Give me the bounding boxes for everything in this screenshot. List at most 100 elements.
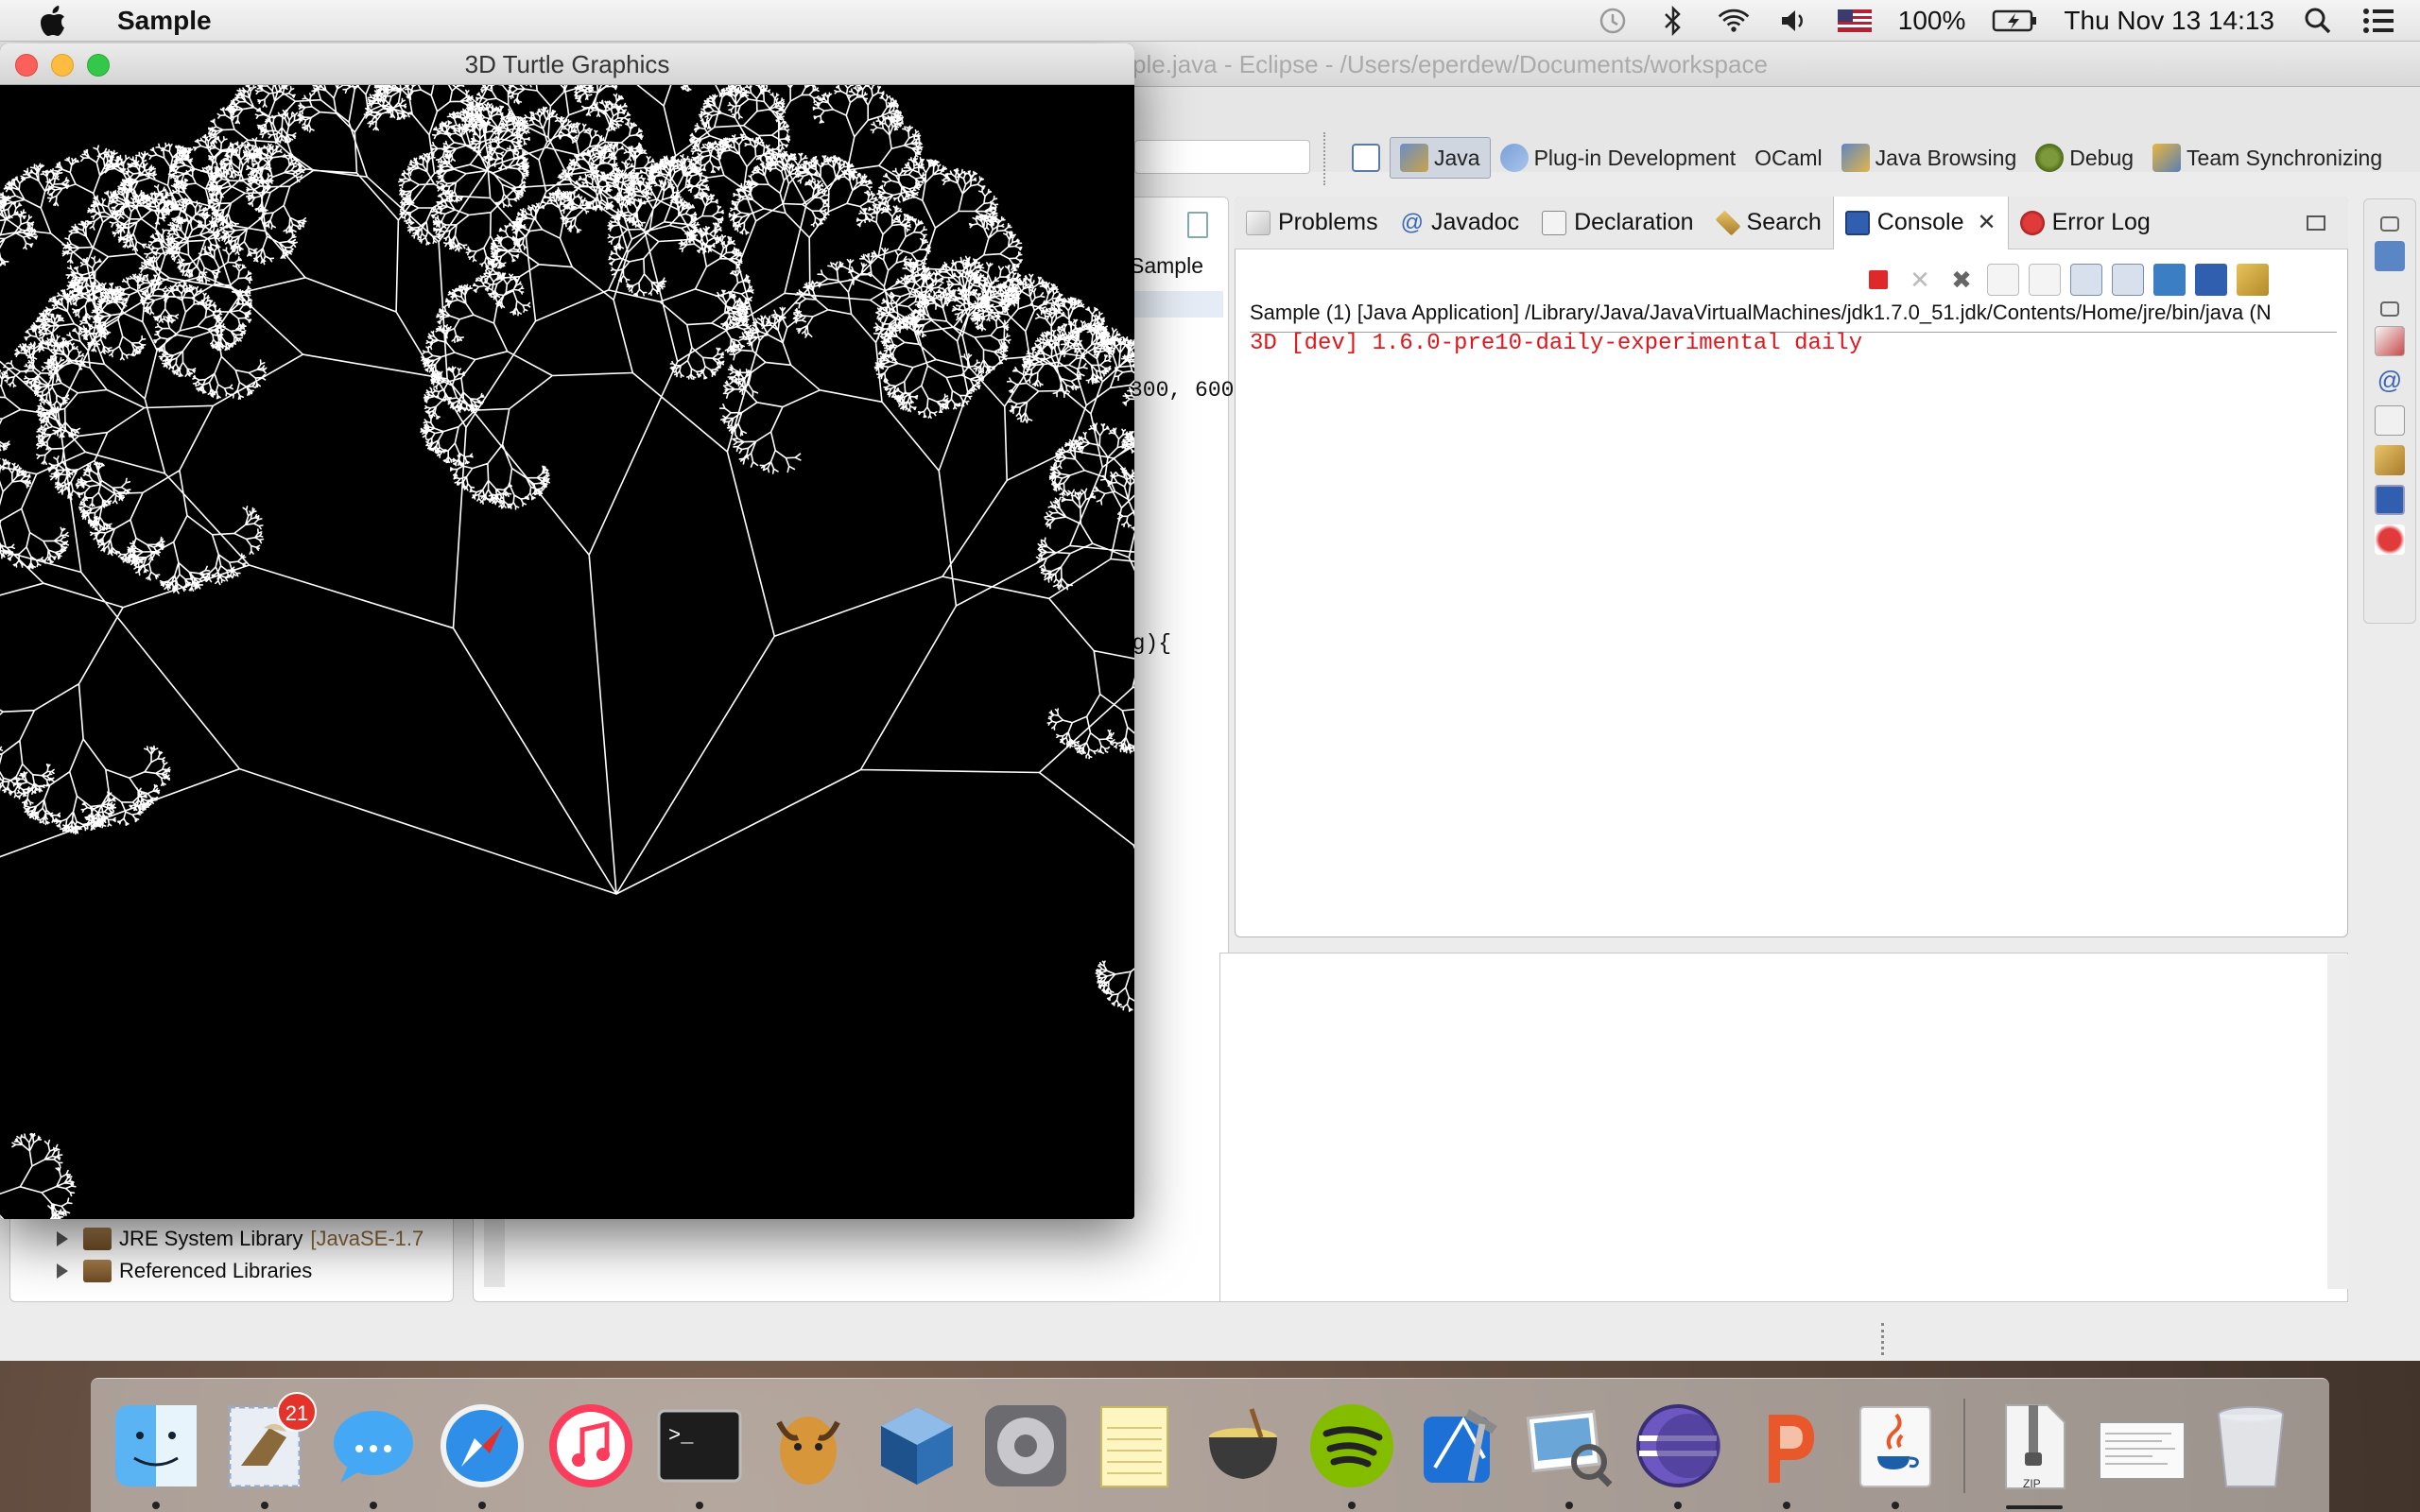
dock-stack-zip[interactable]: ZIP	[1987, 1400, 2080, 1509]
toolbar-separator	[1323, 132, 1327, 185]
tree-item-jre-system-library[interactable]: JRE System Library [JavaSE-1.7	[57, 1223, 424, 1255]
restore-icon[interactable]	[2380, 301, 2399, 317]
search-flashlight-icon[interactable]	[2375, 445, 2405, 475]
at-sign-icon[interactable]: @	[2375, 366, 2405, 396]
dock-preview[interactable]	[1523, 1400, 1616, 1509]
console-monitor-icon	[1844, 210, 1870, 235]
tab-declaration[interactable]: Declaration	[1530, 197, 1704, 249]
minimize-window-button[interactable]	[51, 54, 74, 77]
dock-java[interactable]	[1849, 1400, 1942, 1509]
console-monitor-icon[interactable]	[2375, 485, 2405, 515]
notification-center-icon[interactable]	[2361, 4, 2395, 38]
dock-xcode[interactable]	[1414, 1400, 1507, 1492]
dock-finder[interactable]	[110, 1400, 202, 1509]
outline-icon[interactable]	[2375, 241, 2405, 271]
tree-expand-arrow-icon[interactable]	[57, 1263, 68, 1279]
us-flag-icon[interactable]	[1837, 4, 1872, 38]
tab-search[interactable]: Search	[1705, 197, 1833, 249]
dock-terminal[interactable]: >_	[653, 1400, 746, 1509]
lower-panel-scrollbar[interactable]	[2327, 954, 2348, 1289]
sash-handle[interactable]	[1881, 1323, 1885, 1355]
active-app-name[interactable]: Sample	[117, 6, 212, 36]
bluetooth-icon[interactable]	[1656, 4, 1690, 38]
maximize-view-icon[interactable]	[2307, 215, 2325, 231]
at-sign-icon: @	[1400, 209, 1424, 235]
time-machine-icon[interactable]	[1596, 4, 1630, 38]
dock-stack-downloads[interactable]	[2096, 1400, 2188, 1492]
battery-percent[interactable]: 100%	[1898, 6, 1966, 36]
tab-problems[interactable]: Problems	[1235, 197, 1390, 249]
dock-notes[interactable]	[1088, 1400, 1181, 1492]
zoom-window-button[interactable]	[87, 54, 110, 77]
dock-cauldron[interactable]	[1197, 1400, 1289, 1492]
spotlight-icon[interactable]	[2301, 4, 2335, 38]
restore-icon[interactable]	[2380, 216, 2399, 232]
display-selected-console-icon[interactable]	[2195, 264, 2227, 296]
turtle-window-titlebar[interactable]: 3D Turtle Graphics	[0, 43, 1134, 85]
wifi-icon[interactable]	[1717, 4, 1751, 38]
dock-virtualbox[interactable]	[871, 1400, 963, 1492]
show-console-on-stdout-icon[interactable]	[2070, 264, 2102, 296]
declaration-icon[interactable]	[2375, 405, 2405, 436]
error-log-icon[interactable]	[2375, 524, 2405, 555]
zip-label: ZIP	[2023, 1476, 2041, 1490]
scroll-lock-icon[interactable]	[2029, 264, 2061, 296]
dock-spotify[interactable]	[1305, 1400, 1398, 1509]
perspective-ocaml[interactable]: OCaml	[1745, 137, 1832, 179]
tab-error-log[interactable]: Error Log	[2009, 197, 2162, 249]
close-window-button[interactable]	[15, 54, 38, 77]
clear-console-icon[interactable]	[1987, 264, 2019, 296]
running-indicator	[1674, 1501, 1682, 1509]
volume-icon[interactable]	[1777, 4, 1811, 38]
perspective-label: OCaml	[1754, 145, 1823, 170]
remove-launch-icon[interactable]: ✕	[1904, 264, 1936, 296]
close-tab-icon[interactable]: ✕	[1978, 209, 1996, 236]
current-line-highlight	[1125, 291, 1223, 318]
tab-javadoc[interactable]: @ Javadoc	[1390, 197, 1531, 249]
menubar-clock[interactable]: Thu Nov 13 14:13	[2064, 6, 2274, 36]
team-sync-icon	[2152, 144, 2182, 172]
dock: 21 >_ ZIP	[91, 1378, 2329, 1512]
tab-label: Declaration	[1574, 209, 1694, 235]
perspective-plugin-development[interactable]: Plug-in Development	[1491, 137, 1746, 179]
open-console-icon[interactable]	[2237, 264, 2269, 296]
code-fragment: 300, 600	[1130, 378, 1235, 403]
dock-eclipse[interactable]	[1632, 1400, 1724, 1509]
show-console-on-stderr-icon[interactable]	[2112, 264, 2144, 296]
open-perspective-button[interactable]	[1342, 137, 1390, 179]
perspective-debug[interactable]: Debug	[2026, 137, 2143, 179]
library-icon	[83, 1260, 112, 1282]
console-output-line[interactable]: 3D [dev] 1.6.0-pre10-daily-experimental …	[1250, 331, 1862, 356]
terminate-icon[interactable]	[1862, 264, 1894, 296]
quick-access-field[interactable]	[1134, 140, 1310, 174]
running-indicator	[152, 1501, 160, 1509]
dock-itunes[interactable]	[544, 1400, 637, 1492]
remove-all-terminated-icon[interactable]: ✖	[1945, 264, 1978, 296]
problems-icon[interactable]	[2375, 326, 2405, 356]
declaration-icon	[1542, 210, 1567, 235]
search-flashlight-icon	[1715, 210, 1740, 235]
perspective-label: Plug-in Development	[1533, 145, 1737, 170]
tree-item-referenced-libraries[interactable]: Referenced Libraries	[57, 1255, 312, 1287]
dock-powerpoint[interactable]	[1740, 1400, 1833, 1509]
dock-system-preferences[interactable]	[979, 1400, 1072, 1492]
battery-charging-icon[interactable]	[1992, 4, 2037, 38]
tree-item-label: JRE System Library	[119, 1227, 303, 1250]
apple-icon[interactable]	[34, 4, 72, 38]
dock-messages[interactable]	[327, 1400, 420, 1509]
java-perspective-icon	[1400, 144, 1428, 172]
pin-console-icon[interactable]	[2153, 264, 2186, 296]
running-indicator	[696, 1501, 703, 1509]
tree-expand-arrow-icon[interactable]	[57, 1231, 68, 1246]
dock-mail[interactable]: 21	[218, 1391, 317, 1509]
perspective-team-synchronizing[interactable]: Team Synchronizing	[2143, 137, 2392, 179]
tab-console[interactable]: Console ✕	[1832, 196, 2009, 249]
dock-gnu[interactable]	[762, 1400, 855, 1492]
editor-ruler	[484, 1208, 505, 1287]
perspective-java[interactable]: Java	[1390, 137, 1491, 179]
dock-safari[interactable]	[436, 1400, 528, 1509]
dock-trash[interactable]	[2204, 1400, 2297, 1492]
perspective-java-browsing[interactable]: Java Browsing	[1832, 137, 2027, 179]
turtle-canvas[interactable]	[0, 85, 1134, 1219]
itunes-note-icon	[549, 1403, 632, 1487]
